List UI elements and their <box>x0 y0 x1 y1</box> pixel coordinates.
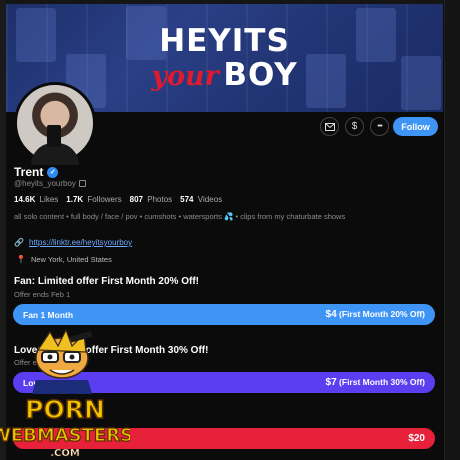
watermark-line2: WEBMASTERS <box>0 425 130 446</box>
stat-followers[interactable]: 1.7K Followers <box>66 195 121 204</box>
profile-stats: 14.6K Likes 1.7K Followers 807 Photos 57… <box>14 195 222 204</box>
avatar[interactable] <box>14 82 96 165</box>
verified-badge-icon: ✓ <box>47 166 59 178</box>
copy-icon[interactable] <box>78 180 86 187</box>
subscribe-price: $7 (First Month 30% Off) <box>325 377 425 388</box>
profile-link[interactable]: https://linktr.ee/heyitsyourboy <box>29 238 132 247</box>
profile-bio: all solo content • full body / face / po… <box>14 212 346 221</box>
subscribe-price: $20 <box>408 433 425 444</box>
profile-name-row: Trent ✓ <box>14 165 59 179</box>
profile-location: New York, United States <box>30 255 112 264</box>
phone-icon <box>47 125 61 147</box>
more-icon: ••• <box>377 123 382 130</box>
subscribe-price: $4 (First Month 20% Off) <box>325 309 425 320</box>
banner-bold-word: BOY <box>223 57 298 93</box>
watermark-line3: .COM <box>50 448 80 459</box>
offer-title-fan: Fan: Limited offer First Month 20% Off! <box>14 276 199 287</box>
stat-photos[interactable]: 807 Photos <box>130 195 173 204</box>
message-button[interactable] <box>320 117 339 136</box>
location-pin-icon: 📍 <box>16 255 26 264</box>
banner-script-word: your <box>151 61 219 92</box>
tip-button[interactable]: $ <box>345 117 364 136</box>
profile-handle-row: @heyits_yourboy <box>14 179 86 188</box>
watermark-line1: PORN <box>25 395 105 424</box>
watermark-logo: PORN WEBMASTERS .COM <box>0 328 130 459</box>
envelope-icon <box>324 122 335 131</box>
subscribe-button-fan[interactable]: Fan 1 Month $4 (First Month 20% Off) <box>13 304 435 325</box>
profile-handle: @heyits_yourboy <box>14 179 76 188</box>
scrollbar[interactable] <box>444 0 460 460</box>
profile-name: Trent <box>14 165 44 179</box>
profile-link-row: 🔗 https://linktr.ee/heyitsyourboy <box>14 238 132 247</box>
banner-title: HEYITS <box>159 23 290 59</box>
stat-likes: 14.6K Likes <box>14 195 59 204</box>
dollar-icon: $ <box>351 121 358 132</box>
offer-subtitle-fan: Offer ends Feb 1 <box>14 290 71 299</box>
profile-location-row: 📍 New York, United States <box>16 255 112 264</box>
follow-button[interactable]: Follow <box>393 117 438 136</box>
subscribe-label: Fan 1 Month <box>23 309 74 320</box>
stat-videos[interactable]: 574 Videos <box>180 195 222 204</box>
link-icon: 🔗 <box>14 238 24 247</box>
more-options-button[interactable]: ••• <box>370 117 389 136</box>
